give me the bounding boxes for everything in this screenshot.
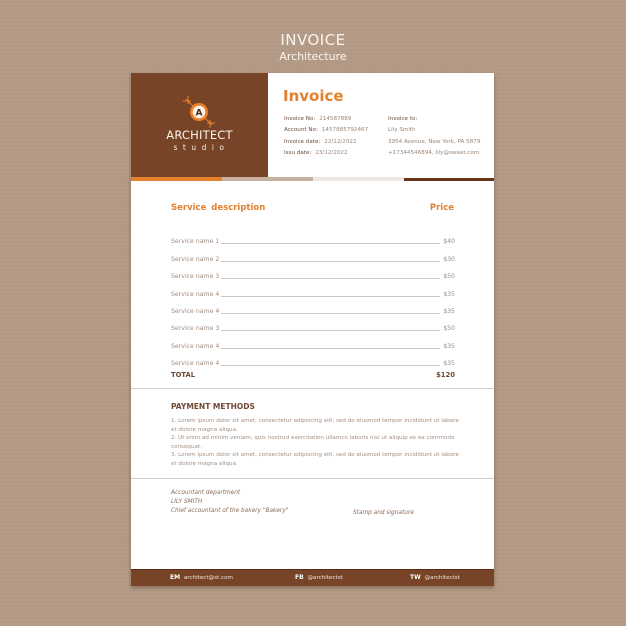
service-row: Service name 2 $30 <box>171 245 455 263</box>
invoice-meta: Invoice No: 214587889 Account No: 14578857… <box>284 116 368 161</box>
accent-stripe-brown <box>404 178 494 181</box>
accent-stripe-taupe <box>222 177 313 181</box>
service-price: $35 <box>443 342 455 350</box>
payment-methods-heading: PAYMENT METHODS <box>171 402 255 411</box>
footer-facebook: FB @architectst <box>295 574 343 581</box>
invoice-sheet: A ARCHITECT studio Invoice Invoice No: 21… <box>131 73 494 586</box>
dotted-leader <box>221 243 441 245</box>
email-link[interactable]: architect@st.com <box>184 575 233 581</box>
architect-logo-icon: A <box>183 96 215 128</box>
meta-row: Account No: 1457885792467 <box>284 127 368 138</box>
total-row: TOTAL $120 <box>171 371 455 379</box>
service-row: Service name 4 $35 <box>171 280 455 298</box>
service-price: $35 <box>443 290 455 298</box>
meta-value: 23/12/2022 <box>315 149 348 156</box>
meta-value: 1457885792467 <box>321 127 369 134</box>
twitter-link[interactable]: @architectst <box>425 575 460 581</box>
meta-label: Issu date: <box>284 149 312 156</box>
signature-block: Accountant department LILY SMITH Chief a… <box>171 489 288 515</box>
total-label: TOTAL <box>171 371 196 379</box>
dotted-leader <box>221 347 441 349</box>
invoice-title: Invoice <box>283 87 344 105</box>
payment-method-item: 1. Lorem ipsum dolor sit amet, consectet… <box>171 418 459 433</box>
facebook-link[interactable]: @architectst <box>307 575 342 581</box>
price-header: Price <box>429 203 454 213</box>
service-name: Service name 3 <box>171 325 220 333</box>
service-price: $35 <box>443 360 455 368</box>
service-row: Service name 4 $35 <box>171 332 455 350</box>
signature-name: LILY SMITH <box>171 498 203 505</box>
bill-to-address: 3954 Avenue, New York, PA 5879 <box>388 138 481 145</box>
footer-bar: EM architect@st.com FB @architectst TW @… <box>131 569 494 586</box>
dotted-leader <box>221 330 441 332</box>
service-price: $30 <box>443 255 455 263</box>
service-row: Service name 3 $50 <box>171 315 455 332</box>
service-name: Service name 4 <box>171 360 220 368</box>
total-value: $120 <box>436 371 455 379</box>
stamp-and-signature-label: Stamp and signature <box>353 510 414 516</box>
meta-label: Invoice No: <box>284 116 316 122</box>
service-row: Service name 1 $40 <box>171 228 455 245</box>
bill-to-contact: +17344546894, lily@sweet.com <box>388 149 480 156</box>
payment-method-item: 2. Ut enim ad minim veniam, quis nostrud… <box>171 435 455 450</box>
accent-stripe-light <box>313 177 404 181</box>
service-price: $50 <box>443 325 455 333</box>
bill-to-name: Lily Smith <box>388 127 416 134</box>
signature-role: Chief accountant of the bakery "Bakery" <box>171 507 289 514</box>
bill-to-label: Invoice to: <box>388 116 418 122</box>
brand-name: ARCHITECT <box>166 128 233 142</box>
service-price: $50 <box>443 273 455 281</box>
email-label: EM <box>170 574 181 581</box>
service-name: Service name 3 <box>171 273 220 281</box>
payment-methods-list: 1. Lorem ipsum dolor sit amet, consectet… <box>171 417 461 469</box>
dotted-leader <box>221 278 441 280</box>
dotted-leader <box>221 365 441 367</box>
dotted-leader <box>221 295 441 297</box>
hero-title: INVOICE <box>280 31 346 49</box>
footer-twitter: TW @architectst <box>410 574 460 581</box>
brand-panel: A ARCHITECT studio <box>131 73 268 177</box>
service-row: Service name 4 $35 <box>171 298 455 315</box>
accent-stripe-orange <box>131 177 222 181</box>
divider <box>131 388 494 389</box>
twitter-label: TW <box>410 574 421 581</box>
service-name: Service name 4 <box>171 307 220 315</box>
bill-to: Invoice to: Lily Smith 3954 Avenue, New … <box>388 116 480 161</box>
service-list: Service name 1 $40 Service name 2 $30 Serv… <box>171 228 455 367</box>
service-name: Service name 1 <box>171 238 220 246</box>
signature-department: Accountant department <box>171 490 241 496</box>
service-name: Service name 2 <box>171 255 220 263</box>
dotted-leader <box>221 260 441 262</box>
service-description-header: Service description <box>171 203 266 213</box>
footer-email: EM architect@st.com <box>170 574 233 581</box>
brand-tagline: studio <box>173 143 230 152</box>
meta-label: Invoice date: <box>284 138 321 145</box>
meta-value: 22/12/2022 <box>324 138 357 145</box>
service-price: $35 <box>443 307 455 315</box>
service-name: Service name 4 <box>171 290 220 298</box>
payment-method-item: 3. Lorem ipsum dolor sit amet, consectet… <box>171 452 459 467</box>
meta-row: Issu date: 23/12/2022 <box>284 150 368 161</box>
facebook-label: FB <box>295 574 304 581</box>
divider <box>131 478 494 479</box>
meta-label: Account No: <box>284 127 318 134</box>
meta-row: Invoice date: 22/12/2022 <box>284 139 368 150</box>
hero-subtitle: Architecture <box>279 50 347 63</box>
service-price: $40 <box>443 238 455 246</box>
service-row: Service name 4 $35 <box>171 350 455 367</box>
service-name: Service name 4 <box>171 342 220 350</box>
service-row: Service name 3 $50 <box>171 263 455 280</box>
dotted-leader <box>221 312 441 314</box>
meta-value: 214587889 <box>319 116 352 122</box>
logo-letter: A <box>196 109 203 119</box>
meta-row: Invoice No: 214587889 <box>284 116 368 127</box>
